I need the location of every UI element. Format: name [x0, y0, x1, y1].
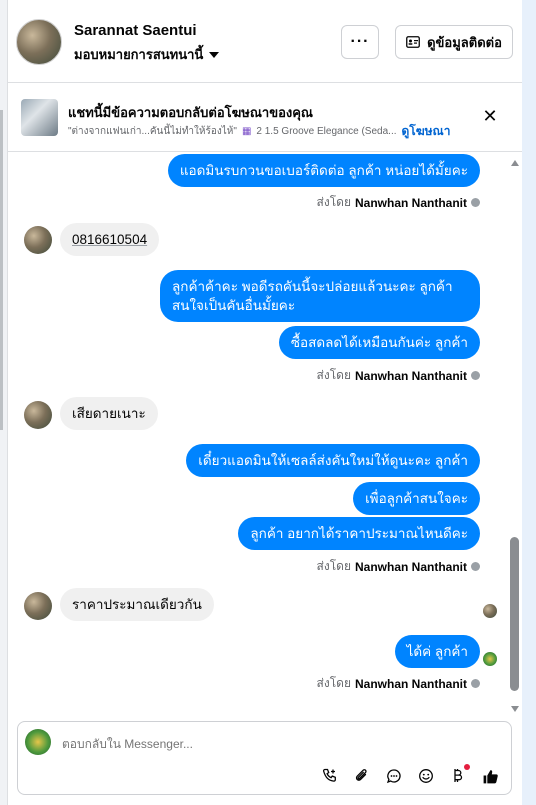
- contact-avatar[interactable]: [16, 19, 62, 65]
- ad-car-label: 2 1.5 Groove Elegance (Seda...: [256, 126, 397, 137]
- info-icon[interactable]: [471, 198, 480, 207]
- close-icon[interactable]: ✕: [482, 107, 498, 125]
- view-contact-label: ดูข้อมูลติดต่อ: [427, 34, 502, 50]
- outgoing-message[interactable]: ซื้อสดลดได้เหมือนกันค่ะ ลูกค้า: [278, 326, 480, 359]
- car-icon: ▦: [241, 126, 252, 137]
- sent-by-label: ส่งโดย Nanwhan Nanthanit: [317, 557, 480, 576]
- incoming-message[interactable]: ราคาประมาณเดียวกัน: [60, 588, 214, 621]
- scrollbar-thumb[interactable]: [510, 537, 519, 691]
- saved-reply-icon[interactable]: [382, 764, 406, 788]
- info-icon[interactable]: [471, 562, 480, 571]
- emoji-icon[interactable]: [414, 764, 438, 788]
- chevron-down-icon: [209, 51, 220, 58]
- sent-by-name: Nanwhan Nanthanit: [354, 195, 467, 210]
- sent-by-name: Nanwhan Nanthanit: [354, 368, 467, 383]
- reply-input[interactable]: [62, 737, 262, 751]
- assign-conversation-dropdown[interactable]: มอบหมายการสนทนานี้: [74, 44, 220, 65]
- contact-card-icon: [406, 36, 420, 48]
- message-composer: [17, 721, 512, 795]
- sent-by-name: Nanwhan Nanthanit: [354, 559, 467, 574]
- sent-by-prefix: ส่งโดย: [316, 559, 351, 573]
- outgoing-message[interactable]: เดี๋ยวแอดมินให้เซลล์ส่งคันใหม่ให้ดูนะคะ …: [186, 444, 480, 477]
- info-icon[interactable]: [471, 679, 480, 688]
- ad-reply-banner: แชทนี้มีข้อความตอบกลับต่อโฆษณาของคุณ "ต่…: [8, 84, 522, 152]
- page-avatar: [25, 729, 51, 755]
- incoming-message[interactable]: เสียดายเนาะ: [60, 397, 158, 430]
- sent-by-label: ส่งโดย Nanwhan Nanthanit: [317, 193, 480, 212]
- incoming-message-phone[interactable]: 0816610504: [60, 223, 160, 256]
- info-icon[interactable]: [471, 371, 480, 380]
- sent-by-prefix: ส่งโดย: [316, 676, 351, 690]
- contact-avatar-small[interactable]: [24, 401, 52, 429]
- sent-by-label: ส่งโดย Nanwhan Nanthanit: [317, 674, 480, 693]
- more-options-button[interactable]: ···: [341, 25, 379, 59]
- attachment-icon[interactable]: [350, 764, 374, 788]
- outgoing-message[interactable]: ได้ค่ ลูกค้า: [394, 635, 480, 668]
- sent-by-prefix: ส่งโดย: [316, 368, 351, 382]
- ad-thumbnail[interactable]: [21, 99, 58, 136]
- view-contact-button[interactable]: ดูข้อมูลติดต่อ: [395, 25, 513, 59]
- sent-by-name: Nanwhan Nanthanit: [354, 676, 467, 691]
- ad-banner-subtitle: "ต่างจากแฟนเก่า...คันนี้ไม่ทำให้ร้องไห้"…: [68, 122, 450, 141]
- sent-by-label: ส่งโดย Nanwhan Nanthanit: [317, 366, 480, 385]
- thumbs-up-icon[interactable]: [478, 764, 502, 788]
- conversation-panel: Sarannat Saentui มอบหมายการสนทนานี้ ··· …: [8, 0, 522, 805]
- scroll-up-arrow-icon[interactable]: [511, 160, 519, 166]
- ad-quote: "ต่างจากแฟนเก่า...คันนี้ไม่ทำให้ร้องไห้": [68, 126, 237, 137]
- call-icon[interactable]: [318, 764, 342, 788]
- scroll-down-arrow-icon[interactable]: [511, 706, 519, 712]
- left-edge: [0, 0, 8, 805]
- outgoing-message[interactable]: ลูกค้าค้าคะ พอดีรถคันนี้จะปล่อยแล้วนะคะ …: [160, 270, 480, 322]
- contact-avatar-small[interactable]: [24, 592, 52, 620]
- ad-banner-title: แชทนี้มีข้อความตอบกลับต่อโฆษณาของคุณ: [68, 105, 313, 120]
- outgoing-message[interactable]: แอดมินรบกวนขอเบอร์ติดต่อ ลูกค้า หน่อยได้…: [167, 154, 480, 187]
- left-scroll-nub: [0, 110, 3, 430]
- composer-toolbar: [318, 764, 502, 788]
- outgoing-message[interactable]: เพื่อลูกค้าสนใจคะ: [353, 482, 480, 515]
- contact-name[interactable]: Sarannat Saentui: [74, 22, 197, 39]
- outgoing-message[interactable]: ลูกค้า อยากได้ราคาประมาณไหนดีคะ: [238, 517, 480, 550]
- view-ad-link[interactable]: ดูโฆษณา: [402, 122, 451, 141]
- page-seen-avatar: [483, 652, 497, 666]
- contact-avatar-small[interactable]: [24, 226, 52, 254]
- message-list[interactable]: แอดมินรบกวนขอเบอร์ติดต่อ ลูกค้า หน่อยได้…: [8, 153, 522, 713]
- notification-dot: [464, 764, 470, 770]
- assign-label: มอบหมายการสนทนานี้: [74, 47, 204, 62]
- more-icon: ···: [350, 33, 370, 50]
- conversation-header: Sarannat Saentui มอบหมายการสนทนานี้ ··· …: [8, 0, 522, 83]
- contact-seen-avatar: [483, 604, 497, 618]
- right-edge: [522, 0, 536, 805]
- sent-by-prefix: ส่งโดย: [316, 195, 351, 209]
- payment-icon[interactable]: [446, 764, 470, 788]
